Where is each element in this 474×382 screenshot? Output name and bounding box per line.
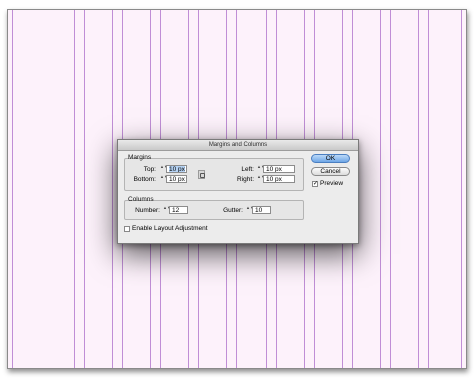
- top-stepper[interactable]: ▲▼: [160, 165, 168, 173]
- number-stepper[interactable]: ▲▼: [163, 206, 171, 214]
- column-guide: [461, 10, 462, 368]
- column-guide: [74, 10, 75, 368]
- bottom-margin-field[interactable]: 10 px: [166, 175, 187, 183]
- link-margins-icon[interactable]: [198, 170, 205, 179]
- enable-layout-adjustment-label: Enable Layout Adjustment: [132, 225, 208, 232]
- right-label: Right:: [237, 176, 254, 183]
- column-guide: [112, 10, 113, 368]
- margins-group-label: Margins: [128, 154, 152, 161]
- bottom-stepper[interactable]: ▲▼: [160, 175, 168, 183]
- gutter-label: Gutter:: [223, 207, 243, 214]
- column-guide: [84, 10, 85, 368]
- enable-layout-adjustment-checkbox[interactable]: [124, 226, 130, 232]
- columns-group-label: Columns: [128, 196, 154, 203]
- bottom-label: Bottom:: [133, 176, 156, 183]
- ok-button[interactable]: OK: [311, 154, 350, 163]
- top-label: Top:: [143, 166, 156, 173]
- top-margin-field[interactable]: 10 px: [166, 165, 187, 173]
- preview-label: Preview: [320, 180, 344, 187]
- left-margin-field[interactable]: 10 px: [263, 165, 295, 173]
- left-stepper[interactable]: ▲▼: [257, 165, 265, 173]
- gutter-field[interactable]: 10 px: [252, 206, 271, 214]
- margins-and-columns-dialog: Margins and Columns Margins Top: ▲▼ 10 p…: [117, 139, 359, 244]
- gutter-stepper[interactable]: ▲▼: [246, 206, 254, 214]
- right-margin-field[interactable]: 10 px: [263, 175, 295, 183]
- preview-checkbox[interactable]: ✓: [312, 181, 318, 187]
- right-stepper[interactable]: ▲▼: [257, 175, 265, 183]
- column-guide: [418, 10, 419, 368]
- columns-number-field[interactable]: 12: [169, 206, 188, 214]
- column-guide: [380, 10, 381, 368]
- column-guide: [428, 10, 429, 368]
- left-label: Left:: [241, 166, 254, 173]
- column-guide: [12, 10, 13, 368]
- column-guide: [390, 10, 391, 368]
- dialog-title: Margins and Columns: [118, 140, 358, 151]
- cancel-button[interactable]: Cancel: [311, 167, 350, 176]
- number-label: Number:: [135, 207, 160, 214]
